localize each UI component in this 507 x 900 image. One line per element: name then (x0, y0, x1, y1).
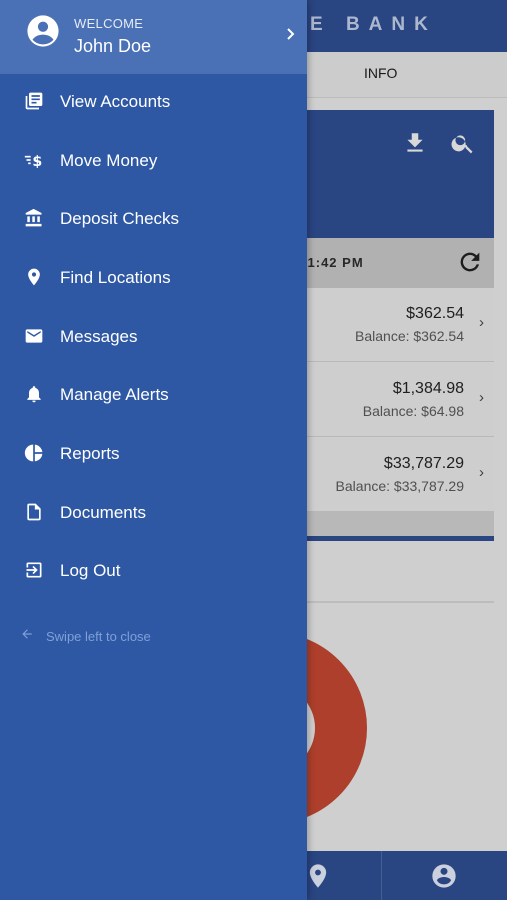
accounts-icon (25, 92, 43, 110)
menu-item-find-locations[interactable]: Find Locations (0, 250, 307, 308)
menu-item-label: Messages (60, 327, 138, 346)
bell-icon (27, 386, 41, 403)
menu-item-reports[interactable]: Reports (0, 426, 307, 484)
menu-item-log-out[interactable]: Log Out (0, 543, 307, 601)
menu-item-label: Log Out (60, 561, 121, 580)
menu-item-view-accounts[interactable]: View Accounts (0, 74, 307, 132)
user-name: John Doe (74, 36, 152, 56)
chevron-right-icon (287, 28, 295, 40)
welcome-label: WELCOME (74, 16, 144, 31)
menu-item-label: Reports (60, 444, 120, 463)
pie-chart-icon (24, 444, 43, 462)
mail-icon (25, 329, 43, 343)
bank-icon (25, 208, 42, 227)
menu-item-label: Deposit Checks (60, 209, 180, 228)
document-icon (27, 503, 41, 521)
menu-item-deposit-checks[interactable]: Deposit Checks (0, 191, 307, 249)
menu-item-label: Move Money (60, 151, 158, 170)
menu-item-label: View Accounts (60, 92, 171, 111)
menu-item-label: Documents (60, 503, 146, 522)
arrow-left-icon (22, 629, 32, 639)
menu-item-move-money[interactable]: $ Move Money (0, 133, 307, 191)
drawer-profile-header[interactable]: WELCOME John Doe (0, 0, 307, 74)
logout-icon (26, 562, 42, 578)
navigation-drawer: WELCOME John Doe View Accounts $ Move Mo… (0, 0, 307, 900)
menu-item-label: Find Locations (60, 268, 171, 287)
svg-text:$: $ (32, 154, 42, 170)
menu-item-messages[interactable]: Messages (0, 309, 307, 367)
swipe-hint: Swipe left to close (0, 624, 307, 650)
menu-item-documents[interactable]: Documents (0, 485, 307, 543)
menu-item-manage-alerts[interactable]: Manage Alerts (0, 367, 307, 425)
avatar-icon (27, 15, 59, 47)
transfer-icon: $ (24, 154, 42, 170)
swipe-hint-text: Swipe left to close (46, 629, 151, 644)
location-pin-icon (28, 268, 40, 286)
menu-item-label: Manage Alerts (60, 385, 169, 404)
